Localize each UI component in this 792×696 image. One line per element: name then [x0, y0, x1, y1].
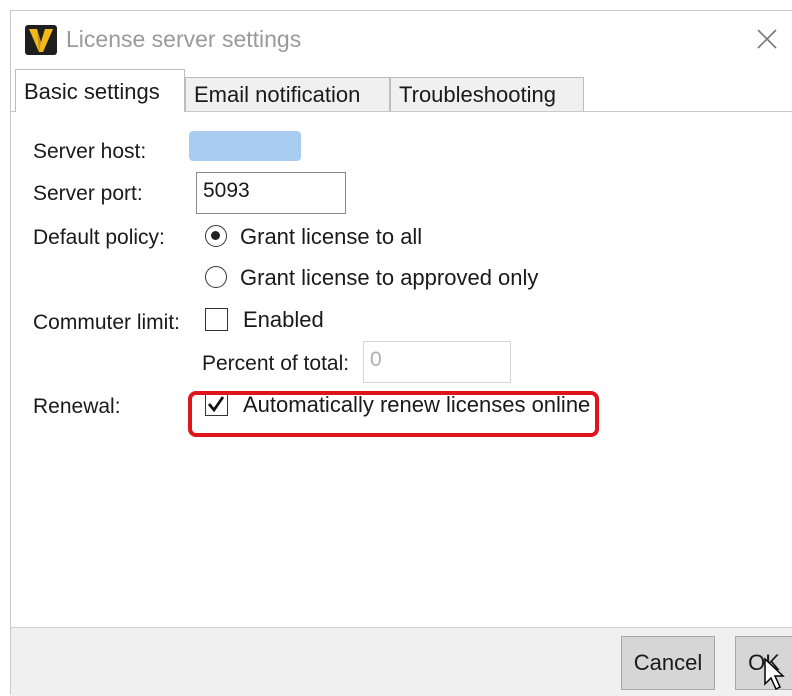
server-host-field[interactable]: [189, 131, 301, 161]
title-bar: License server settings: [11, 11, 792, 67]
server-port-label: Server port:: [33, 182, 143, 205]
license-server-settings-dialog: License server settings Basic settings E…: [10, 10, 792, 696]
commuter-enabled-checkbox[interactable]: [205, 308, 228, 331]
policy-grant-all-label[interactable]: Grant license to all: [240, 224, 422, 250]
tab-email-notification[interactable]: Email notification: [185, 77, 390, 111]
server-host-label: Server host:: [33, 140, 147, 163]
server-port-input[interactable]: 5093: [196, 172, 346, 214]
dialog-footer: Cancel OK: [11, 627, 792, 696]
v-logo-icon: [25, 25, 57, 55]
window-title: License server settings: [66, 26, 302, 52]
renewal-label: Renewal:: [33, 395, 121, 418]
tab-basic-settings[interactable]: Basic settings: [15, 69, 185, 112]
highlight-box: [188, 391, 599, 437]
basic-settings-panel: Server host: Server port: 5093 Default p…: [11, 112, 792, 627]
close-button[interactable]: [751, 23, 783, 55]
default-policy-label: Default policy:: [33, 226, 165, 249]
policy-grant-approved-label[interactable]: Grant license to approved only: [240, 265, 538, 291]
close-icon: [757, 29, 777, 49]
percent-of-total-input[interactable]: 0: [363, 341, 511, 383]
percent-of-total-label: Percent of total:: [202, 352, 350, 375]
radio-selected-dot: [211, 231, 220, 240]
cancel-button[interactable]: Cancel: [621, 636, 715, 690]
commuter-enabled-label[interactable]: Enabled: [243, 307, 324, 333]
tab-troubleshooting[interactable]: Troubleshooting: [390, 77, 584, 111]
policy-grant-all-radio[interactable]: [205, 225, 227, 247]
commuter-limit-label: Commuter limit:: [33, 311, 181, 334]
mouse-cursor-icon: [764, 657, 785, 691]
policy-grant-approved-radio[interactable]: [205, 266, 227, 288]
